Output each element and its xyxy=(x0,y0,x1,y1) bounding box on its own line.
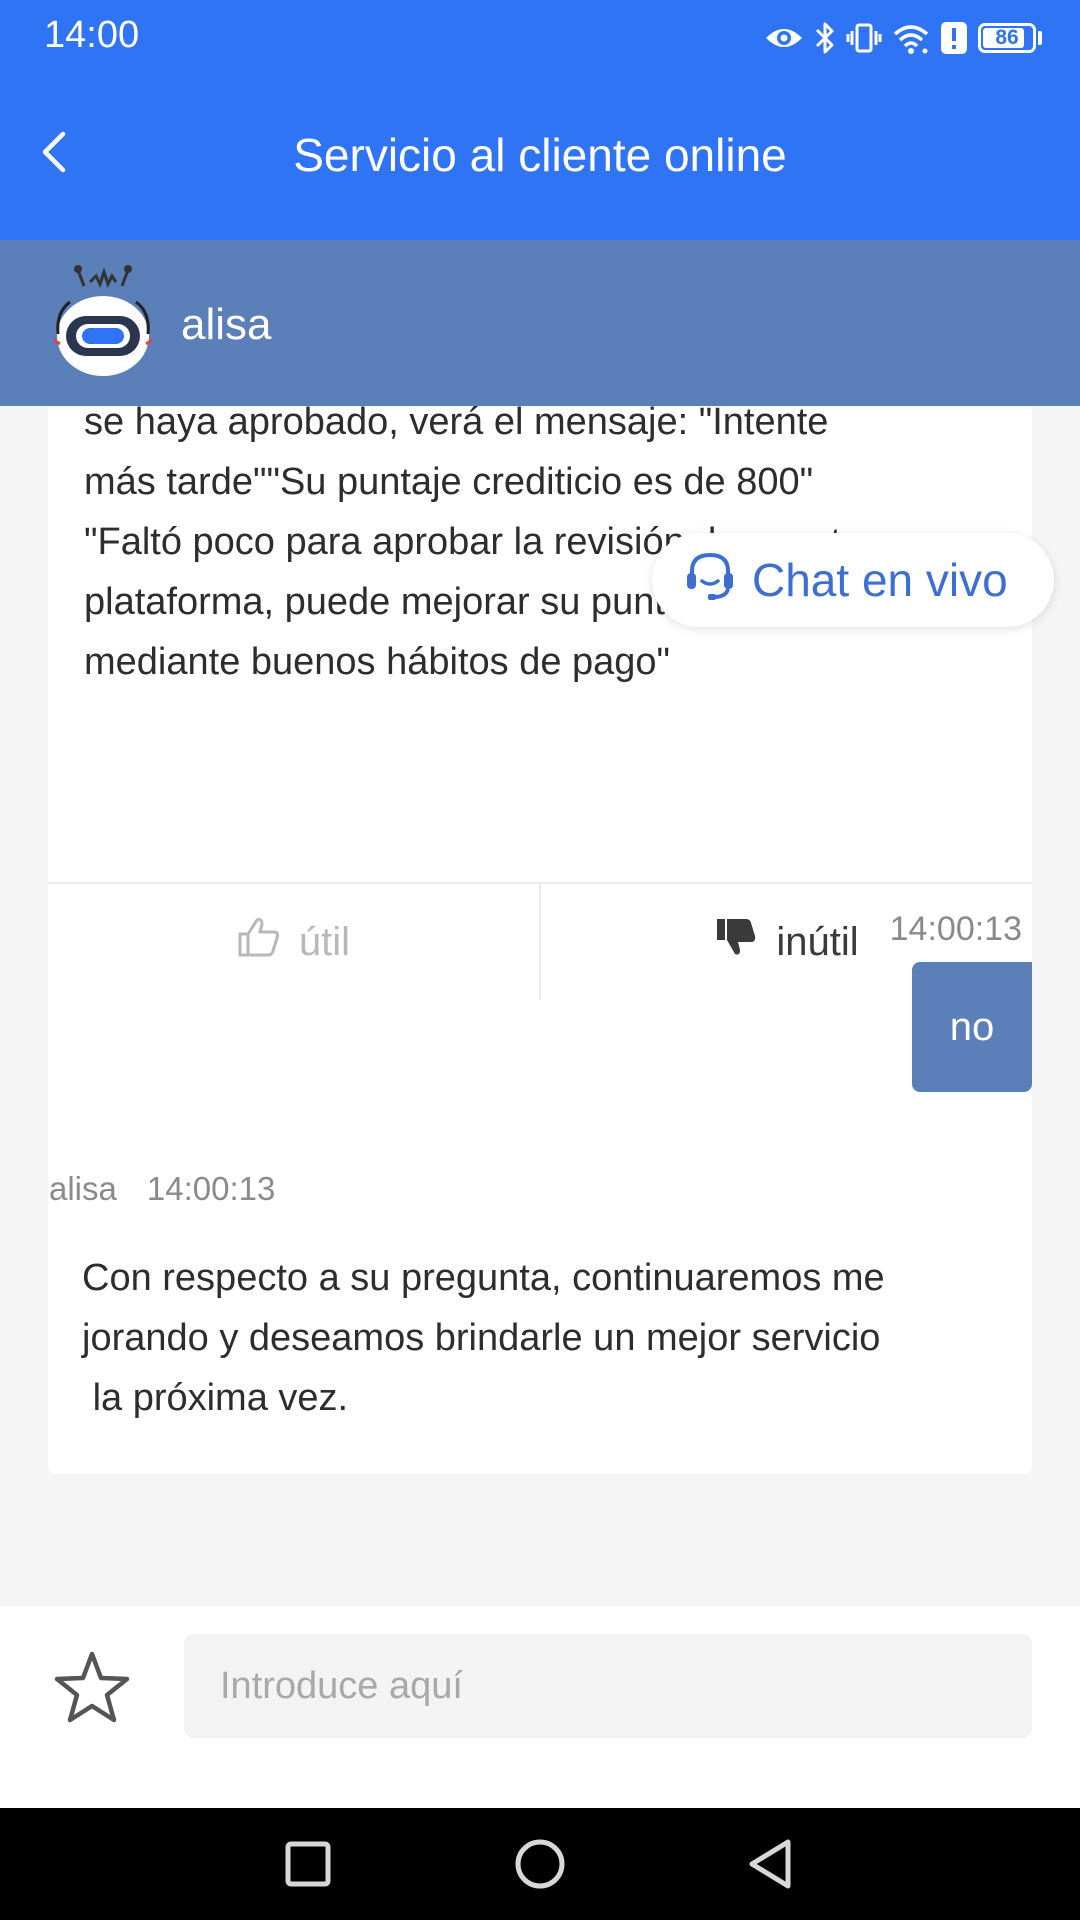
square-recents-icon xyxy=(284,1840,332,1893)
home-button[interactable] xyxy=(510,1838,570,1894)
useful-button[interactable]: útil xyxy=(48,884,539,1000)
message-input[interactable] xyxy=(184,1634,1032,1738)
thumbs-up-icon xyxy=(237,916,281,968)
agent-header: alisa xyxy=(0,240,1080,406)
live-chat-button[interactable]: Chat en vivo xyxy=(652,533,1054,627)
useless-label: inútil xyxy=(776,919,859,964)
battery-cap xyxy=(1038,31,1042,45)
user-message-time: 14:00:13 xyxy=(889,910,1022,948)
page-title: Servicio al cliente online xyxy=(293,129,787,181)
back-nav-button[interactable] xyxy=(740,1838,800,1894)
circle-home-icon xyxy=(514,1838,566,1895)
bot-message-time: 14:00:13 xyxy=(146,1170,276,1207)
alert-icon xyxy=(940,21,968,55)
thumbs-down-icon xyxy=(714,916,758,968)
bot-answer-line: más tarde""Su puntaje crediticio es de 8… xyxy=(84,461,814,503)
battery-level: 86 xyxy=(995,26,1019,49)
bot-answer-line: se haya aprobado, verá el mensaje: "Inte… xyxy=(84,406,829,443)
bot-answer-card: se haya aprobado, verá el mensaje: "Inte… xyxy=(48,406,1032,1238)
bot-message-meta: alisa 14:00:13 xyxy=(49,1170,275,1208)
star-icon xyxy=(50,1651,134,1734)
triangle-back-icon xyxy=(746,1838,794,1895)
favorite-button[interactable] xyxy=(50,1646,134,1730)
battery-icon: 86 xyxy=(978,23,1036,53)
useful-label: útil xyxy=(298,919,351,964)
feedback-row: útil inútil xyxy=(48,882,1032,1000)
navigation-bar xyxy=(0,1808,1080,1920)
title-bar: Servicio al cliente online xyxy=(0,76,1080,240)
bot-answer-line: mediante buenos hábitos de pago" xyxy=(84,641,671,683)
bot-sender-name: alisa xyxy=(49,1170,117,1207)
vibrate-icon xyxy=(846,22,882,54)
status-time: 14:00 xyxy=(44,14,140,56)
user-message-bubble: no xyxy=(912,962,1032,1092)
status-bar: 14:00 86 xyxy=(0,0,1080,76)
input-bar xyxy=(0,1606,1080,1808)
recents-button[interactable] xyxy=(278,1838,338,1894)
robot-avatar-icon xyxy=(48,262,158,382)
bluetooth-icon xyxy=(814,21,836,55)
eye-icon xyxy=(764,24,804,52)
wifi-icon xyxy=(892,22,930,54)
status-icons: 86 xyxy=(764,14,1042,62)
agent-name: alisa xyxy=(181,300,272,349)
live-chat-label: Chat en vivo xyxy=(752,554,1008,606)
bot-message-bubble: Con respecto a su pregunta, continuaremo… xyxy=(48,1224,1032,1474)
user-message-text: no xyxy=(949,1004,995,1049)
headset-icon xyxy=(682,547,738,614)
